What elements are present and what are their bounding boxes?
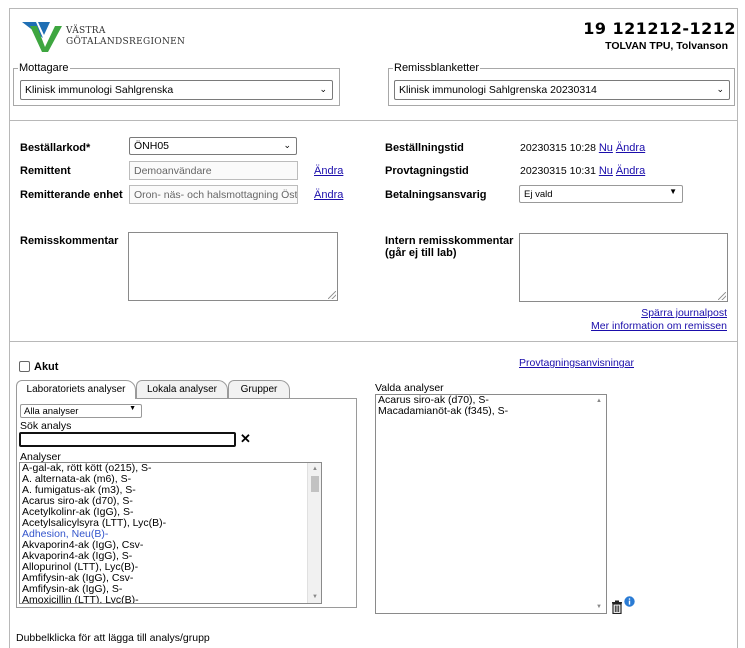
sok-analys-label: Sök analys <box>20 420 72 432</box>
info-icon[interactable] <box>624 596 635 607</box>
sparra-journalpost-link[interactable]: Spärra journalpost <box>641 307 727 319</box>
org-name-line2: GÖTALANDSREGIONEN <box>66 37 186 47</box>
enhet-label: Remitterande enhet <box>20 189 123 201</box>
scroll-down-icon[interactable]: ▼ <box>308 591 321 603</box>
provtagningsanvisningar-link[interactable]: Provtagningsanvisningar <box>519 357 634 369</box>
patient-name: TOLVAN TPU, Tolvanson <box>605 40 728 52</box>
scroll-up-icon[interactable]: ▲ <box>592 395 606 407</box>
remissblankett-select-value: Klinisk immunologi Sahlgrenska 20230314 <box>399 84 597 96</box>
enhet-andra-link[interactable]: Ändra <box>314 189 343 201</box>
tab-lokala-analyser[interactable]: Lokala analyser <box>136 380 228 398</box>
intern-kommentar-label-line1: Intern remisskommentar <box>385 235 514 247</box>
valda-scrollbar[interactable]: ▲ ▼ <box>592 395 606 613</box>
remisskommentar-textarea[interactable] <box>128 232 338 301</box>
analyser-scrollbar[interactable]: ▲ ▼ <box>307 463 321 603</box>
provtagningstid-nu-link[interactable]: Nu <box>599 165 613 177</box>
mer-information-link[interactable]: Mer information om remissen <box>591 320 727 332</box>
valda-analyser-label: Valda analyser <box>375 382 444 394</box>
sok-analys-input[interactable] <box>19 432 236 447</box>
tab-laboratoriets-analyser[interactable]: Laboratoriets analyser <box>16 380 136 399</box>
mottagare-select-value: Klinisk immunologi Sahlgrenska <box>25 84 174 96</box>
org-name: VÄSTRA GÖTALANDSREGIONEN <box>66 26 185 48</box>
list-item[interactable]: Amoxicillin (LTT), Lyc(B)- <box>20 595 321 604</box>
intern-kommentar-label-line2: (går ej till lab) <box>385 247 457 259</box>
bestallningstid-value: 20230315 10:28 <box>520 142 596 154</box>
chevron-down-icon: ⌄ <box>319 84 327 94</box>
analys-filter-value: Alla analyser <box>24 406 79 417</box>
bestallarkod-label: Beställarkod* <box>20 142 91 154</box>
akut-label: Akut <box>34 361 59 373</box>
analyser-listbox[interactable]: A-gal-ak, rött kött (o215), S- A. altern… <box>19 462 322 604</box>
remittent-field[interactable]: Demoanvändare <box>129 161 298 180</box>
remisskommentar-label: Remisskommentar <box>20 235 119 247</box>
org-name-line1: VÄSTRA <box>66 26 106 36</box>
remissblankett-select[interactable]: Klinisk immunologi Sahlgrenska 20230314 … <box>394 80 730 100</box>
patient-id: 19 121212-1212 <box>583 19 736 38</box>
chevron-down-icon: ▼ <box>669 187 677 196</box>
mottagare-select[interactable]: Klinisk immunologi Sahlgrenska ⌄ <box>20 80 333 100</box>
chevron-down-icon: ▼ <box>129 405 136 412</box>
tab-grupper[interactable]: Grupper <box>228 380 290 398</box>
clear-search-icon[interactable]: ✕ <box>240 431 251 447</box>
chevron-down-icon: ⌄ <box>716 84 724 94</box>
valda-analyser-listbox[interactable]: Acarus siro-ak (d70), S- Macadamianöt-ak… <box>375 394 607 614</box>
analys-filter-select[interactable]: Alla analyser ▼ <box>20 404 142 418</box>
remissblanketter-legend: Remissblanketter <box>394 62 479 74</box>
scroll-down-icon[interactable]: ▼ <box>592 601 606 613</box>
chevron-down-icon: ⌄ <box>283 140 291 150</box>
remittent-andra-link[interactable]: Ändra <box>314 165 343 177</box>
bestallningstid-nu-link[interactable]: Nu <box>599 142 613 154</box>
betalning-select[interactable]: Ej vald ▼ <box>519 185 683 203</box>
betalning-label: Betalningsansvarig <box>385 189 487 201</box>
provtagningstid-andra-link[interactable]: Ändra <box>616 165 645 177</box>
intern-kommentar-textarea[interactable] <box>519 233 728 302</box>
mottagare-legend: Mottagare <box>19 62 69 74</box>
footer-hint: Dubbelklicka för att lägga till analys/g… <box>16 632 210 644</box>
remittent-label: Remittent <box>20 165 71 177</box>
akut-checkbox[interactable] <box>19 361 30 372</box>
resize-grip-icon[interactable] <box>718 292 726 300</box>
enhet-field[interactable]: Oron- näs- och halsmottagning Östra <box>129 185 298 204</box>
scroll-up-icon[interactable]: ▲ <box>308 463 321 475</box>
bestallningstid-label: Beställningstid <box>385 142 464 154</box>
provtagningstid-label: Provtagningstid <box>385 165 469 177</box>
intern-kommentar-label: Intern remisskommentar (går ej till lab) <box>385 235 513 259</box>
bestallningstid-row: 20230315 10:28 Nu Ändra <box>520 142 645 154</box>
bestallarkod-select[interactable]: ÖNH05 ⌄ <box>129 137 297 155</box>
scrollbar-thumb[interactable] <box>311 476 319 492</box>
resize-grip-icon[interactable] <box>328 291 336 299</box>
bestallningstid-andra-link[interactable]: Ändra <box>616 142 645 154</box>
selected-item[interactable]: Macadamianöt-ak (f345), S- <box>376 406 606 417</box>
provtagningstid-value: 20230315 10:31 <box>520 165 596 177</box>
trash-icon[interactable] <box>611 600 623 614</box>
betalning-select-value: Ej vald <box>524 189 553 200</box>
provtagningstid-row: 20230315 10:31 Nu Ändra <box>520 165 645 177</box>
vgr-logo-icon <box>22 22 62 52</box>
bestallarkod-select-value: ÖNH05 <box>134 140 170 152</box>
